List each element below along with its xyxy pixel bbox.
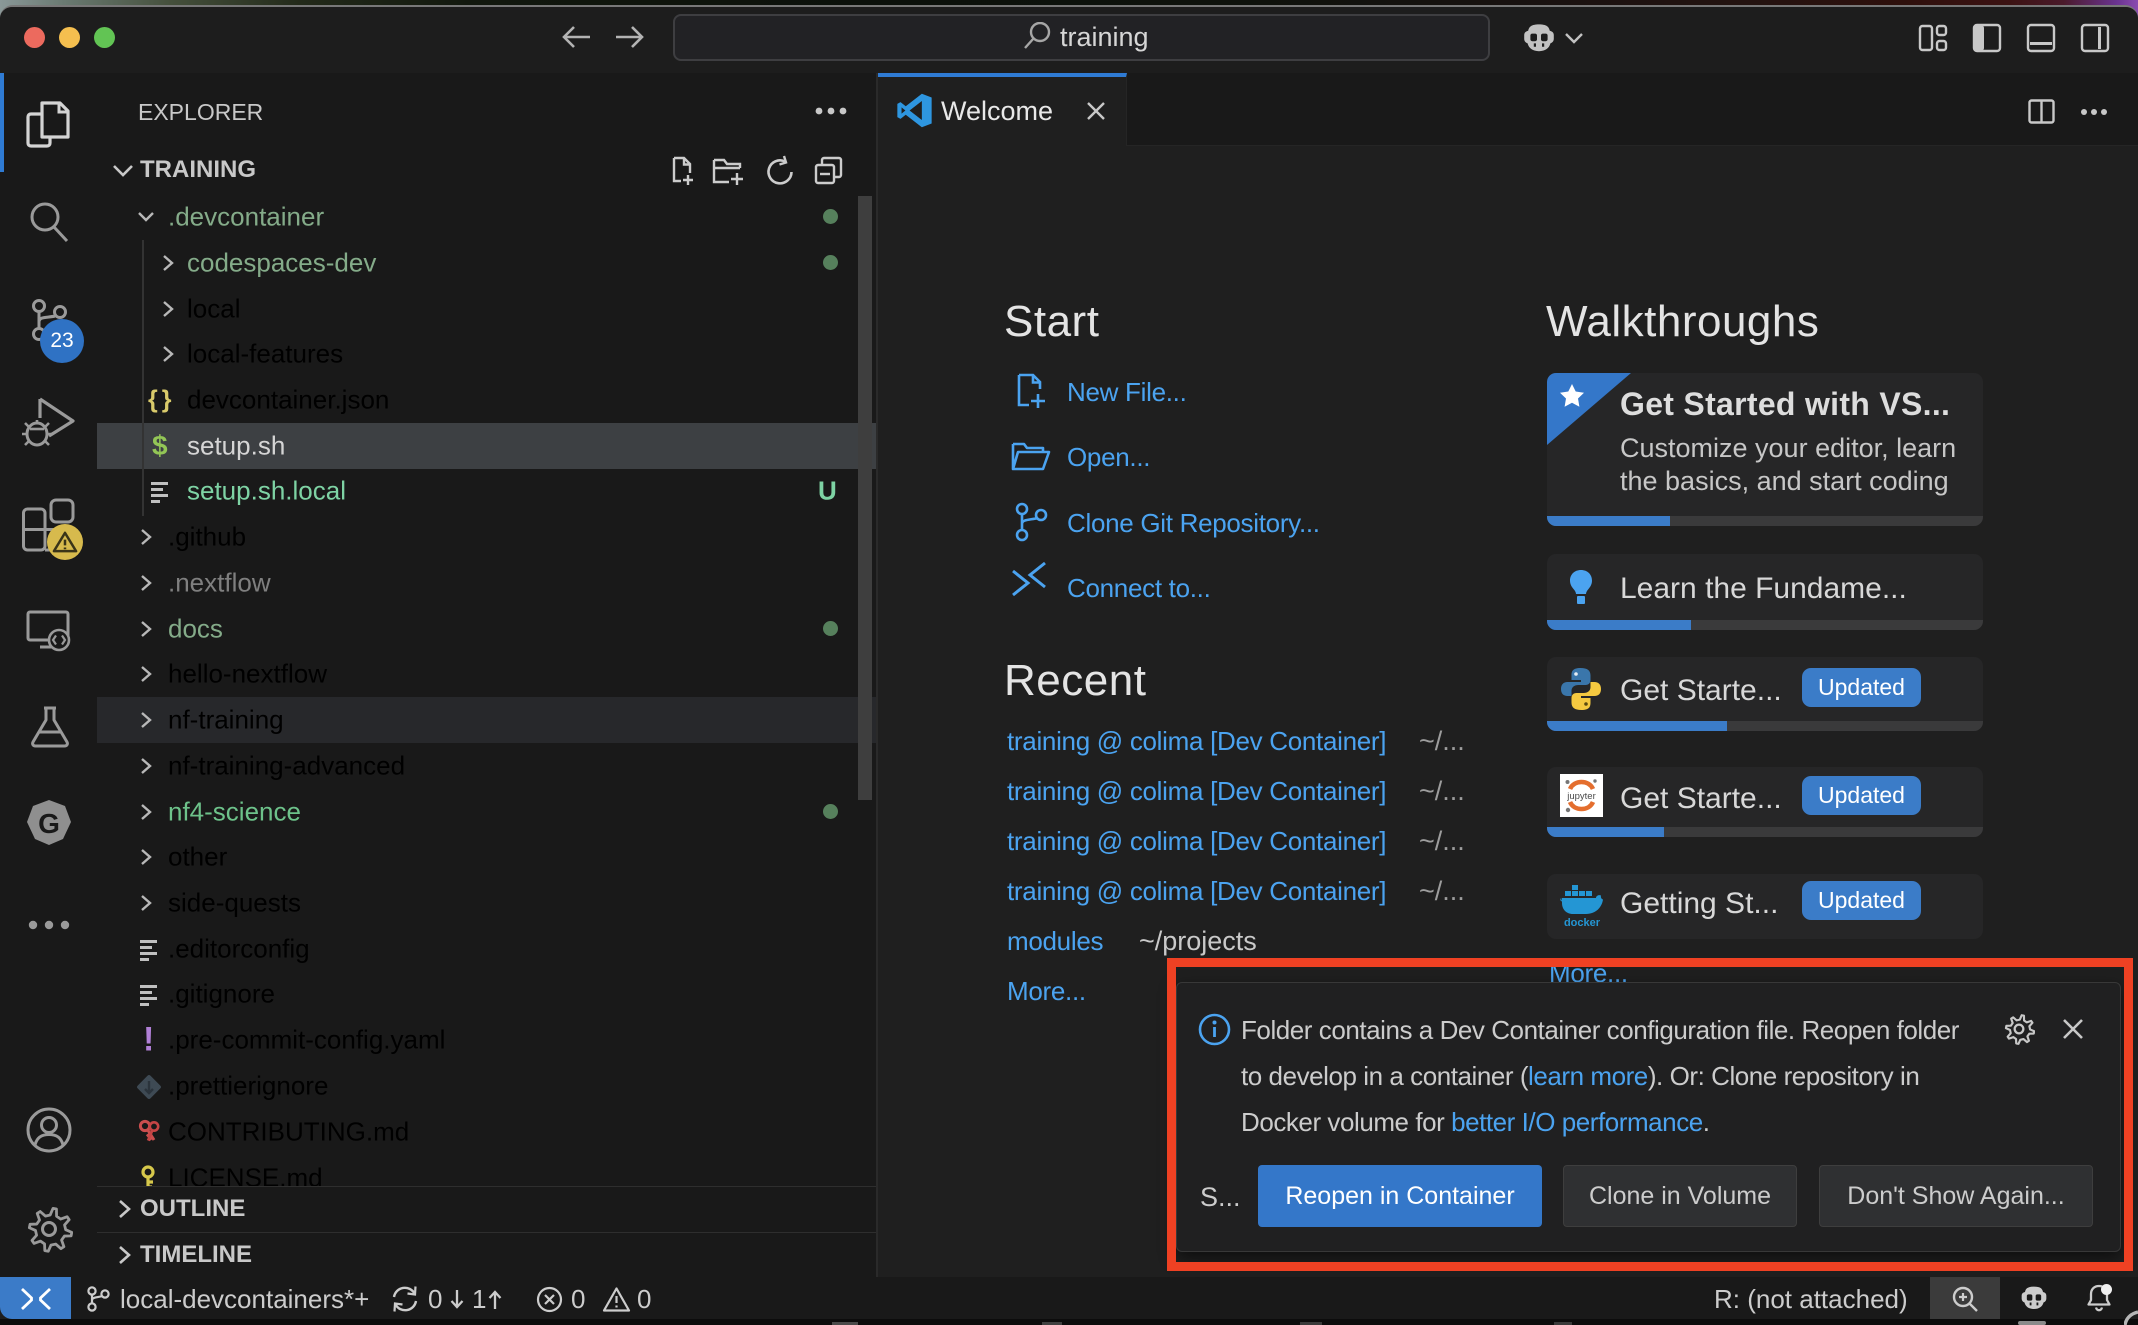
svg-text:G: G xyxy=(38,808,60,839)
svg-text:jupyter: jupyter xyxy=(1566,791,1596,802)
svg-text:docker: docker xyxy=(1564,917,1601,929)
